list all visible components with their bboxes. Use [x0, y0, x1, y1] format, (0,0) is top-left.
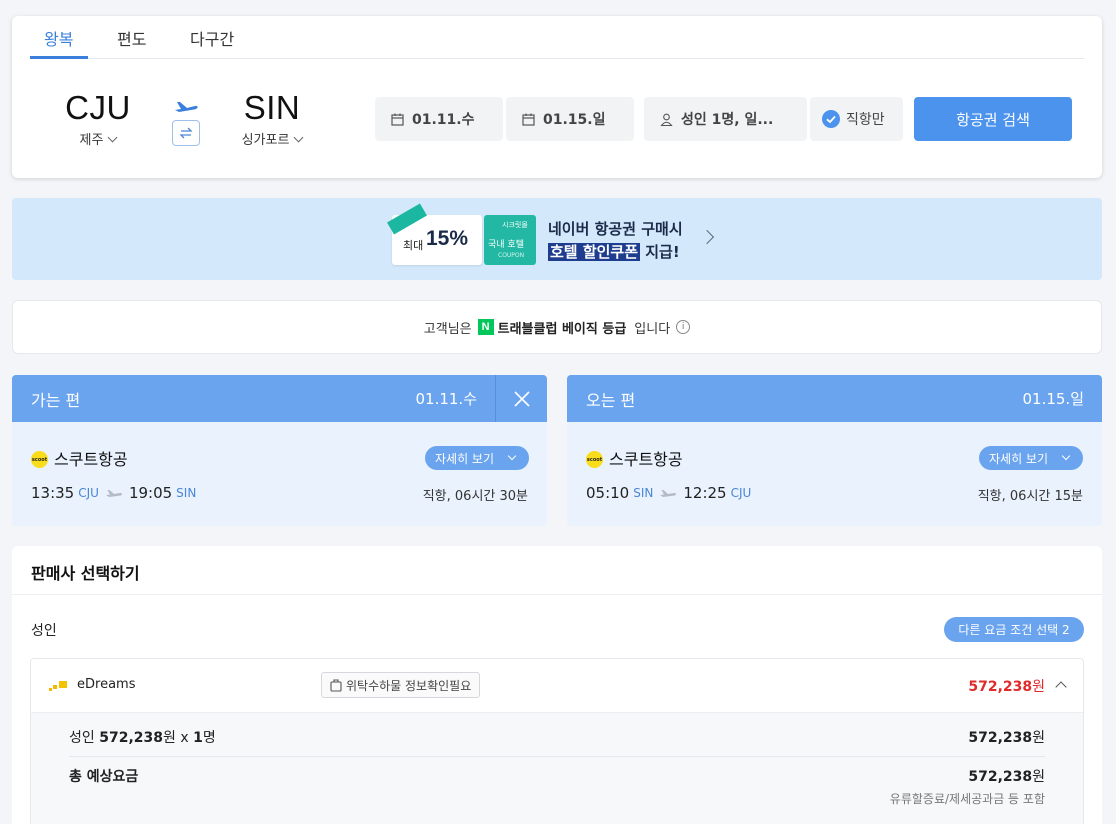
naver-logo-icon: N: [477, 319, 494, 335]
hotel-coupon-graphic: 시크릿몰 국내 호텔 COUPON: [484, 215, 536, 265]
total-fare-note: 유류할증료/제세공과금 등 포함: [889, 792, 1045, 806]
outbound-times: 13:35 CJU 19:05 SIN: [31, 484, 197, 502]
close-button[interactable]: [495, 375, 547, 422]
vendor-row: eDreams 위탁수하물 정보확인필요 572,238원 성인 572,238…: [30, 658, 1084, 824]
vendor-price: 572,238원: [968, 679, 1045, 695]
airplane-icon: [659, 488, 677, 498]
chevron-down-icon: [1061, 451, 1071, 461]
airline-logo-icon: scoot: [31, 451, 48, 468]
outbound-details-button[interactable]: 자세히 보기: [425, 446, 529, 470]
outbound-flight-card: 가는 편 01.11.수 scoot 스쿠트항공 자세히 보기 13:35 CJU…: [12, 375, 547, 526]
swap-icon: [179, 127, 193, 139]
adult-fare-total: 572,238원: [968, 730, 1045, 746]
chevron-down-icon: [108, 132, 118, 143]
adult-fare-row: 성인 572,238원 x 1명: [69, 730, 216, 746]
luggage-icon: [330, 678, 342, 692]
divider: [12, 594, 1102, 595]
destination-city: 싱가포르: [234, 129, 310, 148]
destination-code: SIN: [243, 89, 301, 126]
person-icon: [660, 113, 673, 126]
notice-prefix: 고객님은: [423, 321, 472, 337]
airplane-icon: [175, 102, 198, 112]
max-label: 최대: [403, 239, 424, 252]
coupon-top-text: 시크릿몰: [502, 221, 528, 229]
origin-city: 제주: [62, 129, 134, 148]
vendor-name: eDreams: [77, 677, 136, 692]
total-fare-label: 총 예상요금: [69, 769, 139, 785]
tab-round-trip[interactable]: 왕복: [44, 26, 73, 50]
departure-date-field[interactable]: 01.11.수: [375, 97, 503, 141]
search-flights-button[interactable]: 항공권 검색: [914, 97, 1072, 141]
baggage-info-badge: 위탁수하물 정보확인필요: [321, 672, 481, 698]
fare-breakdown: 성인 572,238원 x 1명 572,238원 총 예상요금 572,238…: [31, 713, 1083, 824]
notice-suffix: 입니다: [634, 321, 671, 337]
promo-banner[interactable]: 최대 15% 시크릿몰 국내 호텔 COUPON 네이버 항공권 구매시 호텔 …: [12, 198, 1102, 280]
origin-airport[interactable]: CJU 제주: [62, 89, 134, 148]
outbound-header: 가는 편 01.11.수: [12, 375, 547, 422]
vendor-header[interactable]: eDreams 위탁수하물 정보확인필요 572,238원: [31, 659, 1083, 713]
info-icon[interactable]: i: [676, 320, 691, 334]
calendar-icon: [391, 113, 404, 126]
banner-headline: 네이버 항공권 구매시: [548, 220, 683, 238]
trip-type-tabs: 왕복 편도 다구간: [30, 16, 1084, 59]
tab-one-way[interactable]: 편도: [117, 26, 146, 50]
flight-search-card: 왕복 편도 다구간 CJU 제주 SIN 싱가포르 01.11.수 01.15.…: [12, 16, 1102, 178]
return-date: 01.15.일: [543, 112, 606, 128]
passenger-summary: 성인 1명, 일...: [681, 112, 774, 128]
return-date-field[interactable]: 01.15.일: [506, 97, 634, 141]
other-fare-options-button[interactable]: 다른 요금 조건 선택 2: [944, 617, 1084, 642]
inbound-date: 01.15.일: [1022, 390, 1084, 408]
airline-logo-icon: scoot: [586, 451, 603, 468]
discount-percent: 15%: [426, 227, 469, 250]
active-tab-indicator: [30, 56, 88, 59]
direct-only-toggle[interactable]: 직항만: [810, 97, 903, 141]
tab-multi-city[interactable]: 다구간: [190, 26, 234, 50]
outbound-airline: 스쿠트항공: [54, 450, 128, 469]
total-fare-price: 572,238원: [968, 769, 1045, 785]
inbound-times: 05:10 SIN 12:25 CJU: [586, 484, 752, 502]
membership-grade: 트래블클럽 베이직 등급: [497, 321, 627, 337]
coupon-ribbon: [387, 203, 427, 235]
coupon-mid-text: 국내 호텔: [488, 240, 524, 250]
airplane-icon: [105, 488, 123, 498]
inbound-header: 오는 편 01.15.일: [567, 375, 1102, 422]
check-circle-icon: [822, 110, 840, 128]
inbound-duration: 직항, 06시간 15분: [977, 489, 1083, 504]
chevron-down-icon: [507, 451, 517, 461]
chevron-down-icon: [293, 132, 304, 143]
direct-only-label: 직항만: [846, 112, 885, 128]
seller-section: 판매사 선택하기 성인 다른 요금 조건 선택 2 eDreams 위탁수하물 …: [12, 546, 1102, 824]
inbound-airline: 스쿠트항공: [609, 450, 683, 469]
swap-airports-button[interactable]: [172, 120, 200, 146]
edreams-logo-icon: [49, 681, 67, 691]
departure-date: 01.11.수: [412, 112, 475, 128]
inbound-title: 오는 편: [586, 391, 636, 410]
outbound-title: 가는 편: [31, 391, 81, 410]
passenger-type-label: 성인: [31, 623, 57, 639]
divider: [69, 756, 1045, 757]
destination-airport[interactable]: SIN 싱가포르: [234, 89, 310, 148]
outbound-duration: 직항, 06시간 30분: [422, 489, 528, 504]
passenger-field[interactable]: 성인 1명, 일...: [644, 97, 807, 141]
outbound-date: 01.11.수: [415, 390, 477, 408]
chevron-up-icon[interactable]: [1055, 681, 1067, 693]
banner-subline: 호텔 할인쿠폰 지급!: [548, 243, 680, 261]
discount-coupon-graphic: 최대 15%: [387, 203, 482, 265]
inbound-details-button[interactable]: 자세히 보기: [979, 446, 1083, 470]
seller-title: 판매사 선택하기: [31, 564, 140, 583]
coupon-bottom-text: COUPON: [498, 252, 525, 259]
chevron-right-icon: [699, 229, 715, 245]
origin-code: CJU: [65, 89, 131, 126]
calendar-icon: [522, 113, 535, 126]
inbound-flight-card: 오는 편 01.15.일 scoot 스쿠트항공 자세히 보기 05:10 SIN…: [567, 375, 1102, 526]
close-icon: [513, 390, 530, 407]
member-grade-notice: 고객님은 N 트래블클럽 베이직 등급 입니다 i: [12, 300, 1102, 354]
